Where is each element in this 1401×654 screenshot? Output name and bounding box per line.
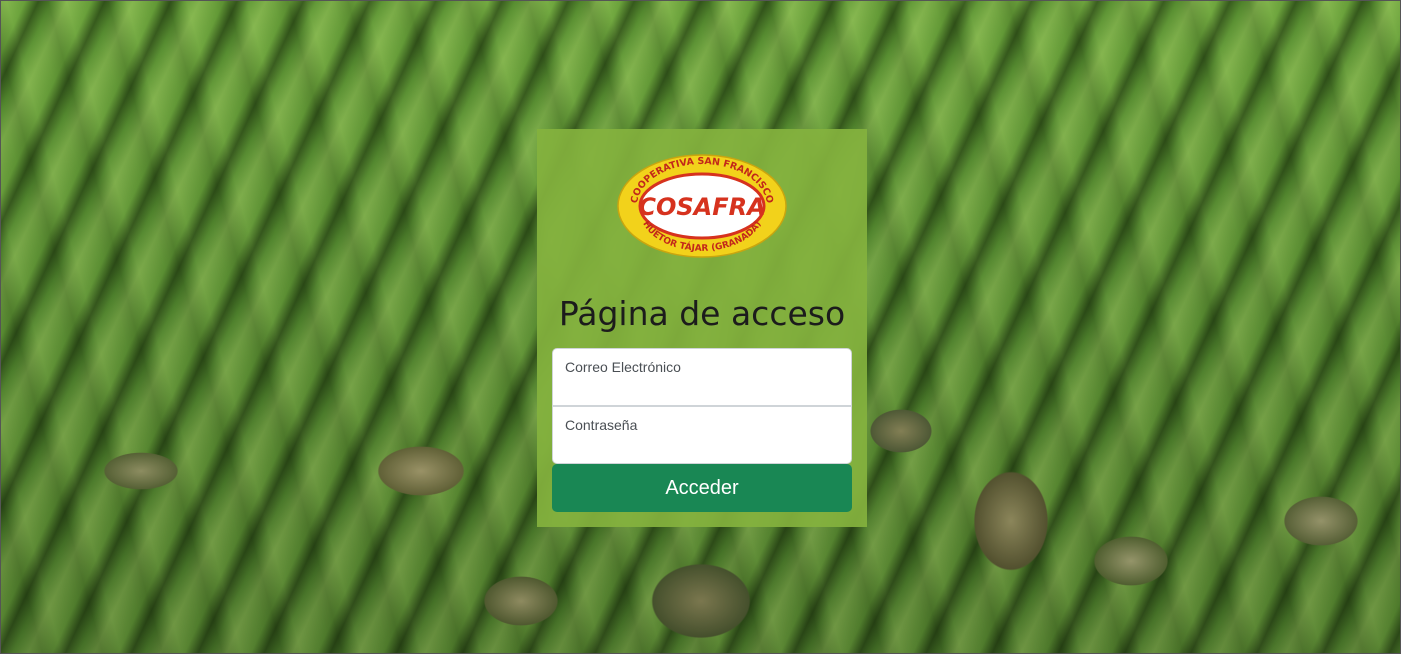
password-input[interactable] [565, 435, 840, 457]
email-label: Correo Electrónico [565, 359, 681, 375]
password-field[interactable]: Contraseña [552, 406, 852, 464]
submit-button[interactable]: Acceder [552, 464, 852, 512]
page-title: Página de acceso [558, 294, 846, 333]
password-label: Contraseña [565, 417, 638, 433]
email-field[interactable]: Correo Electrónico [552, 348, 852, 406]
cosafra-logo: COOPERATIVA SAN FRANCISCO COSAFRA HUÉTOR… [617, 154, 787, 258]
email-input[interactable] [565, 377, 840, 399]
logo-brand-text: COSAFRA [638, 193, 765, 221]
login-card: COOPERATIVA SAN FRANCISCO COSAFRA HUÉTOR… [537, 129, 867, 527]
